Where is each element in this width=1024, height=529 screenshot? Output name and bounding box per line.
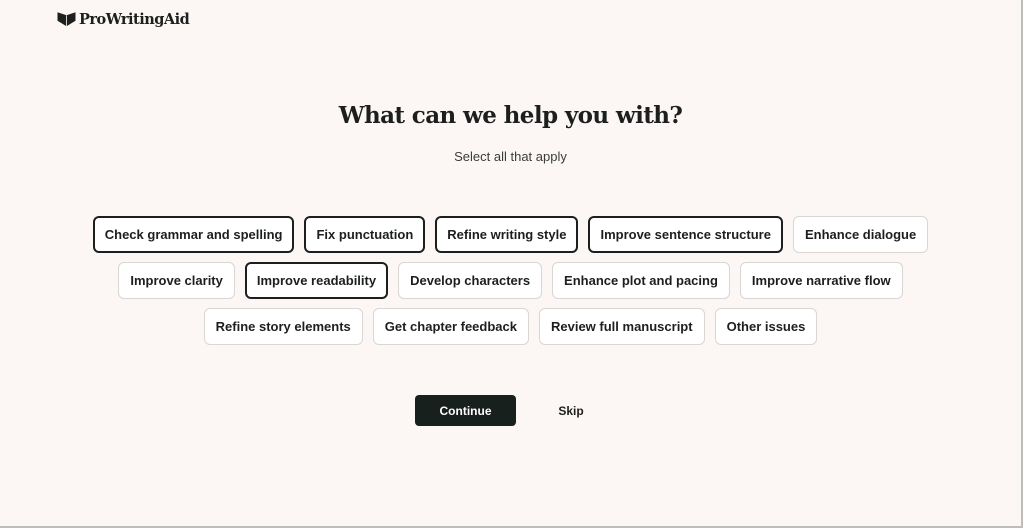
option-review-full-manuscript[interactable]: Review full manuscript: [538, 308, 705, 345]
option-improve-narrative-flow[interactable]: Improve narrative flow: [739, 262, 903, 299]
option-refine-writing-style[interactable]: Refine writing style: [435, 216, 579, 253]
option-develop-characters[interactable]: Develop characters: [398, 262, 543, 299]
page-title: What can we help you with?: [338, 102, 683, 129]
option-enhance-dialogue[interactable]: Enhance dialogue: [792, 216, 929, 253]
goal-options: Check grammar and spelling Fix punctuati…: [0, 216, 1021, 345]
logo[interactable]: ProWritingAid: [57, 8, 190, 30]
skip-button[interactable]: Skip: [545, 395, 597, 426]
continue-button[interactable]: Continue: [415, 395, 516, 426]
option-enhance-plot-and-pacing[interactable]: Enhance plot and pacing: [552, 262, 730, 299]
option-refine-story-elements[interactable]: Refine story elements: [203, 308, 363, 345]
onboarding-page: ProWritingAid What can we help you with?…: [0, 0, 1023, 528]
option-improve-sentence-structure[interactable]: Improve sentence structure: [588, 216, 783, 253]
options-row-1: Check grammar and spelling Fix punctuati…: [92, 216, 929, 253]
options-row-2: Improve clarity Improve readability Deve…: [118, 262, 903, 299]
options-row-3: Refine story elements Get chapter feedba…: [203, 308, 818, 345]
logo-text: ProWritingAid: [79, 10, 190, 28]
option-check-grammar-and-spelling[interactable]: Check grammar and spelling: [92, 216, 295, 253]
option-get-chapter-feedback[interactable]: Get chapter feedback: [372, 308, 529, 345]
option-other-issues[interactable]: Other issues: [714, 308, 818, 345]
option-improve-readability[interactable]: Improve readability: [244, 262, 389, 299]
option-improve-clarity[interactable]: Improve clarity: [118, 262, 235, 299]
book-heart-icon: [57, 11, 76, 27]
option-fix-punctuation[interactable]: Fix punctuation: [304, 216, 426, 253]
page-subtitle: Select all that apply: [454, 149, 567, 164]
